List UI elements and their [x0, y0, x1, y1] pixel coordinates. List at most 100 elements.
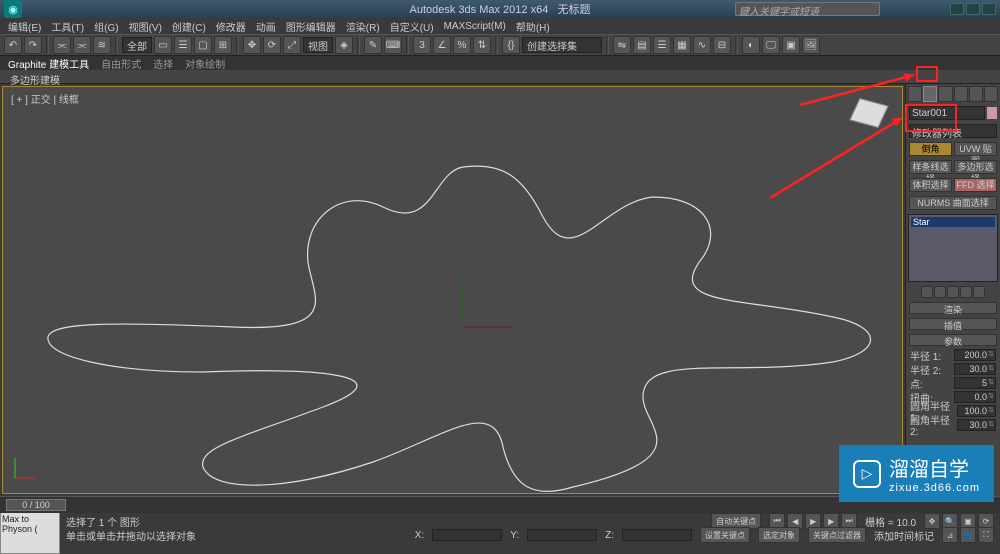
modset-vol-sel-button[interactable]: 体积选择: [909, 178, 952, 192]
ribbon-tab-freeform[interactable]: 自由形式: [101, 56, 141, 71]
ribbon-tab-paint[interactable]: 对象绘制: [185, 56, 225, 71]
link-button[interactable]: ⫘: [53, 36, 71, 54]
select-scale-button[interactable]: ⤢: [283, 36, 301, 54]
menu-graph-editors[interactable]: 图形编辑器: [282, 18, 340, 35]
bind-spacewarp-button[interactable]: ≋: [93, 36, 111, 54]
param-fillet2-spinner[interactable]: 30.0: [957, 419, 996, 431]
object-name-input[interactable]: [909, 106, 985, 120]
modset-spline-sel-button[interactable]: 样条线选择: [909, 160, 952, 174]
layer-manager-button[interactable]: ☰: [653, 36, 671, 54]
rollout-interpolation[interactable]: 插值: [909, 318, 997, 330]
modifier-stack[interactable]: Star: [908, 214, 998, 282]
window-crossing-button[interactable]: ⊞: [214, 36, 232, 54]
coord-y-input[interactable]: [527, 529, 597, 541]
viewcube[interactable]: [844, 95, 894, 145]
nav-maximize-button[interactable]: ⛶: [978, 527, 994, 543]
time-slider-handle[interactable]: 0 / 100: [6, 499, 66, 511]
material-editor-button[interactable]: ◐: [742, 36, 760, 54]
rollout-render[interactable]: 渲染: [909, 302, 997, 314]
menu-create[interactable]: 创建(C): [168, 18, 210, 35]
select-by-name-button[interactable]: ☰: [174, 36, 192, 54]
nav-fov-button[interactable]: ⊿: [942, 527, 958, 543]
viewport[interactable]: [ + ] 正交 | 线框: [2, 86, 903, 494]
cmd-tab-hierarchy[interactable]: [938, 86, 952, 102]
menu-tools[interactable]: 工具(T): [47, 18, 88, 35]
menu-group[interactable]: 组(G): [90, 18, 122, 35]
edit-named-sel-button[interactable]: {}: [502, 36, 520, 54]
param-fillet1-spinner[interactable]: 100.0: [957, 405, 996, 417]
keyfilter-button[interactable]: 关键点过滤器: [808, 527, 866, 543]
cmd-tab-display[interactable]: [969, 86, 983, 102]
keyboard-shortcut-button[interactable]: ⌨: [384, 36, 402, 54]
menu-help[interactable]: 帮助(H): [512, 18, 554, 35]
close-button[interactable]: [982, 3, 996, 15]
modset-ffd-button[interactable]: FFD 选择: [954, 178, 997, 192]
menu-animation[interactable]: 动画: [252, 18, 280, 35]
maximize-button[interactable]: [966, 3, 980, 15]
coord-z-input[interactable]: [622, 529, 692, 541]
modset-uvw-button[interactable]: UVW 贴图: [954, 142, 997, 156]
render-production-button[interactable]: 🖼: [802, 36, 820, 54]
menu-views[interactable]: 视图(V): [125, 18, 166, 35]
ribbon-tab-selection[interactable]: 选择: [153, 56, 173, 71]
percent-snap-button[interactable]: %: [453, 36, 471, 54]
render-setup-button[interactable]: 🖵: [762, 36, 780, 54]
object-color-swatch[interactable]: [987, 107, 997, 119]
unlink-button[interactable]: ⫘: [73, 36, 91, 54]
curve-editor-button[interactable]: ∿: [693, 36, 711, 54]
stack-unique-button[interactable]: [947, 286, 959, 298]
param-points-spinner[interactable]: 5: [954, 377, 996, 389]
menu-maxscript[interactable]: MAXScript(M): [440, 20, 510, 33]
menu-modifiers[interactable]: 修改器: [212, 18, 250, 35]
schematic-view-button[interactable]: ⊟: [713, 36, 731, 54]
manipulate-button[interactable]: ✎: [364, 36, 382, 54]
pivot-center-button[interactable]: ◈: [335, 36, 353, 54]
modset-bevel-button[interactable]: 倒角: [909, 142, 952, 156]
select-rotate-button[interactable]: ⟳: [263, 36, 281, 54]
rollout-parameters[interactable]: 参数: [909, 334, 997, 346]
stack-config-button[interactable]: [973, 286, 985, 298]
rectangular-region-button[interactable]: ▢: [194, 36, 212, 54]
cmd-tab-modify[interactable]: [923, 86, 937, 102]
rendered-frame-button[interactable]: ▣: [782, 36, 800, 54]
param-radius2-spinner[interactable]: 30.0: [954, 363, 996, 375]
stack-show-button[interactable]: [934, 286, 946, 298]
minimize-button[interactable]: [950, 3, 964, 15]
menu-customize[interactable]: 自定义(U): [386, 18, 438, 35]
setkey-button[interactable]: 设置关键点: [700, 527, 750, 543]
maxscript-mini-listener[interactable]: Max to Physon (: [0, 512, 60, 554]
named-selection-combo[interactable]: 创建选择集: [522, 37, 602, 53]
menu-edit[interactable]: 编辑(E): [4, 18, 45, 35]
help-search-input[interactable]: 键入关键字或短语: [735, 2, 880, 16]
modset-poly-sel-button[interactable]: 多边形选择: [954, 160, 997, 174]
ribbon-tab-graphite[interactable]: Graphite 建模工具: [8, 56, 89, 71]
align-button[interactable]: ▤: [633, 36, 651, 54]
ref-coord-combo[interactable]: 视图: [303, 37, 333, 53]
ribbon-panel-label[interactable]: 多边形建模: [0, 70, 1000, 84]
mirror-button[interactable]: ⇋: [613, 36, 631, 54]
stack-pin-button[interactable]: [921, 286, 933, 298]
param-distort-spinner[interactable]: 0.0: [954, 391, 996, 403]
param-radius1-spinner[interactable]: 200.0: [954, 349, 996, 361]
snap-toggle-button[interactable]: 3: [413, 36, 431, 54]
select-object-button[interactable]: ▭: [154, 36, 172, 54]
ribbon-toggle-button[interactable]: ▦: [673, 36, 691, 54]
nav-walk-button[interactable]: 👣: [960, 527, 976, 543]
modifier-list-combo[interactable]: 修改器列表: [909, 124, 997, 138]
spinner-snap-button[interactable]: ⇅: [473, 36, 491, 54]
keyfilter-combo[interactable]: 选定对象: [758, 527, 800, 543]
cmd-tab-utilities[interactable]: [984, 86, 998, 102]
selection-filter-combo[interactable]: 全部: [122, 37, 152, 53]
app-logo-icon[interactable]: ◉: [4, 0, 22, 18]
menu-render[interactable]: 渲染(R): [342, 18, 384, 35]
cmd-tab-create[interactable]: [908, 86, 922, 102]
coord-x-input[interactable]: [432, 529, 502, 541]
stack-remove-button[interactable]: [960, 286, 972, 298]
time-tag-label[interactable]: 添加时间标记: [874, 528, 934, 543]
modset-nurms-button[interactable]: NURMS 曲面选择: [909, 196, 997, 210]
angle-snap-button[interactable]: ∠: [433, 36, 451, 54]
cmd-tab-motion[interactable]: [954, 86, 968, 102]
stack-item-star[interactable]: Star: [911, 217, 995, 227]
undo-button[interactable]: ↶: [4, 36, 22, 54]
redo-button[interactable]: ↷: [24, 36, 42, 54]
